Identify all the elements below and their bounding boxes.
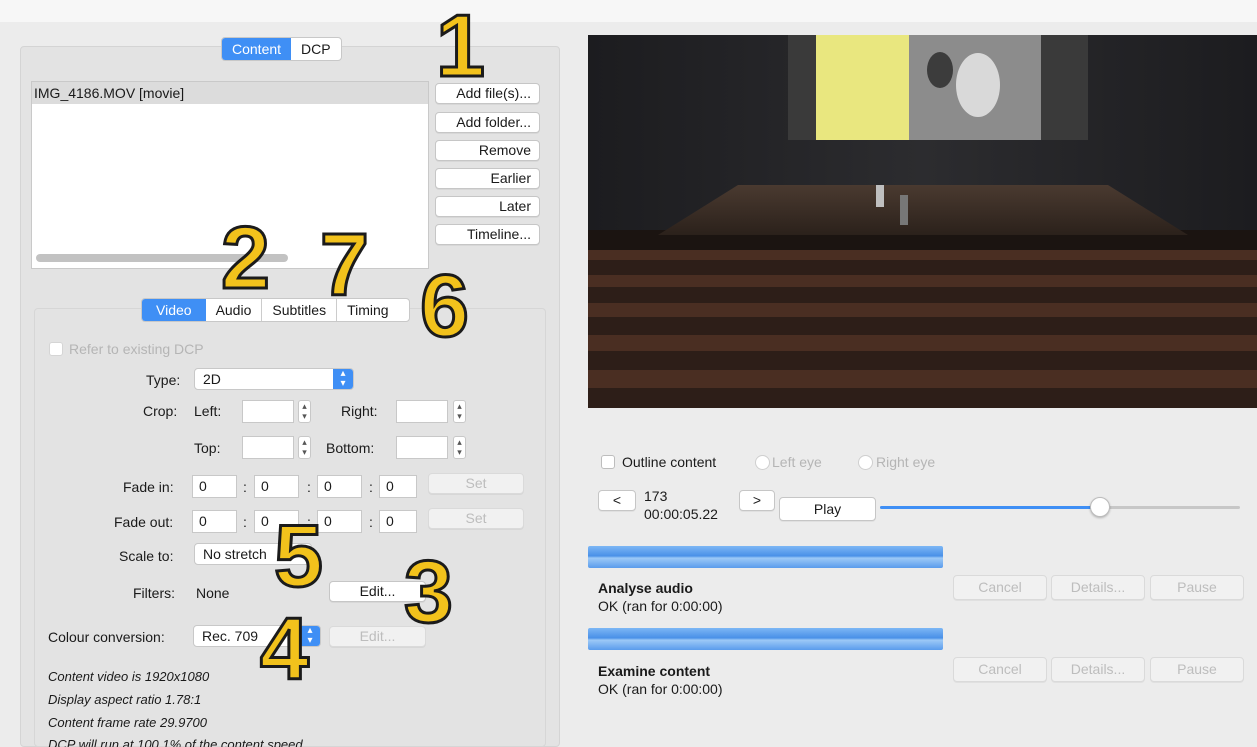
crop-top-stepper[interactable]: ▴ ▾ (298, 436, 311, 459)
colon: : (307, 479, 311, 495)
colour-conversion-value: Rec. 709 (202, 628, 259, 644)
fade-out-set-button[interactable]: Set (428, 508, 524, 529)
fade-out-seconds[interactable]: 0 (317, 510, 362, 533)
fade-in-minutes[interactable]: 0 (254, 475, 299, 498)
colour-conversion-label: Colour conversion: (48, 629, 165, 645)
window-top-strip (0, 0, 1257, 22)
dcp-o-matic-window: Content DCP IMG_4186.MOV [movie] Add fil… (0, 0, 1257, 747)
callout-7: 7 (319, 215, 371, 314)
refer-dcp-checkbox[interactable] (49, 342, 63, 356)
tab-content[interactable]: Content (222, 38, 292, 60)
crop-top-label: Top: (194, 440, 221, 456)
job-title: Analyse audio (598, 580, 693, 596)
outline-content-label: Outline content (622, 454, 717, 470)
crop-bottom-stepper[interactable]: ▴ ▾ (453, 436, 466, 459)
left-eye-radio[interactable] (755, 455, 770, 470)
later-button[interactable]: Later (435, 196, 540, 217)
left-eye-label: Left eye (772, 454, 822, 470)
frame-number: 173 (644, 488, 668, 504)
info-speed: DCP will run at 100.1% of the content sp… (48, 737, 307, 747)
outline-content-checkbox[interactable] (601, 455, 615, 469)
timeline-button[interactable]: Timeline... (435, 224, 540, 245)
play-button[interactable]: Play (779, 497, 876, 521)
timecode: 00:00:05.22 (644, 506, 718, 522)
filters-value: None (196, 585, 230, 601)
earlier-button[interactable]: Earlier (435, 168, 540, 189)
colon: : (243, 479, 247, 495)
fade-in-seconds[interactable]: 0 (317, 475, 362, 498)
timeline-slider[interactable] (880, 497, 1240, 517)
slider-fill (880, 506, 1100, 509)
fade-out-frames[interactable]: 0 (379, 510, 417, 533)
right-eye-radio[interactable] (858, 455, 873, 470)
right-eye-label: Right eye (876, 454, 936, 470)
list-item[interactable]: IMG_4186.MOV [movie] (32, 82, 428, 104)
info-aspect-ratio: Display aspect ratio 1.78:1 (48, 692, 202, 707)
fade-out-hours[interactable]: 0 (192, 510, 237, 533)
job-status: OK (ran for 0:00:00) (598, 598, 723, 614)
job-cancel-button[interactable]: Cancel (953, 657, 1047, 682)
info-frame-rate: Content frame rate 29.9700 (48, 715, 207, 730)
type-label: Type: (146, 372, 181, 388)
previous-frame-button[interactable]: < (598, 490, 636, 511)
job-details-button[interactable]: Details... (1051, 575, 1145, 600)
crop-right-field[interactable] (396, 400, 448, 423)
crop-top-field[interactable] (242, 436, 294, 459)
job-pause-button[interactable]: Pause (1150, 657, 1244, 682)
content-dcp-tabs: Content DCP (221, 37, 342, 61)
content-subtabs: Video Audio Subtitles Timing (141, 298, 411, 322)
crop-label: Crop: (143, 403, 178, 419)
crop-right-stepper[interactable]: ▴ ▾ (453, 400, 466, 423)
job-title: Examine content (598, 663, 711, 679)
colon: : (243, 514, 247, 530)
job-cancel-button[interactable]: Cancel (953, 575, 1047, 600)
video-preview (588, 35, 1257, 408)
tab-video[interactable]: Video (142, 299, 206, 321)
type-popup[interactable]: 2D ▴ ▾ (194, 368, 354, 390)
crop-left-stepper[interactable]: ▴ ▾ (298, 400, 311, 423)
fade-in-hours[interactable]: 0 (192, 475, 237, 498)
job-status: OK (ran for 0:00:00) (598, 681, 723, 697)
colon: : (369, 514, 373, 530)
filters-label: Filters: (133, 585, 175, 601)
crop-left-field[interactable] (242, 400, 294, 423)
fade-out-label: Fade out: (114, 514, 174, 530)
callout-1: 1 (435, 0, 487, 95)
type-value: 2D (203, 371, 221, 387)
callout-5: 5 (273, 506, 325, 605)
examine-content-progress (588, 628, 943, 650)
crop-bottom-field[interactable] (396, 436, 448, 459)
slider-knob[interactable] (1089, 497, 1110, 517)
fade-in-label: Fade in: (123, 479, 174, 495)
callout-3: 3 (403, 542, 455, 641)
refer-dcp-label: Refer to existing DCP (69, 341, 204, 357)
callout-4: 4 (259, 599, 311, 698)
job-details-button[interactable]: Details... (1051, 657, 1145, 682)
crop-left-label: Left: (194, 403, 222, 419)
info-resolution: Content video is 1920x1080 (48, 669, 210, 684)
cinema-frame-image (588, 35, 1257, 408)
fade-in-frames[interactable]: 0 (379, 475, 417, 498)
callout-6: 6 (419, 256, 471, 355)
crop-right-label: Right: (341, 403, 378, 419)
crop-bottom-label: Bottom: (326, 440, 375, 456)
fade-in-set-button[interactable]: Set (428, 473, 524, 494)
next-frame-button[interactable]: > (739, 490, 775, 511)
analyse-audio-progress (588, 546, 943, 568)
colon: : (369, 479, 373, 495)
tab-dcp[interactable]: DCP (291, 38, 341, 60)
job-pause-button[interactable]: Pause (1150, 575, 1244, 600)
chevron-up-down-icon: ▴ ▾ (333, 369, 353, 389)
remove-button[interactable]: Remove (435, 140, 540, 161)
callout-2: 2 (220, 208, 272, 307)
add-folder-button[interactable]: Add folder... (435, 112, 540, 133)
scale-value: No stretch (203, 546, 267, 562)
scale-label: Scale to: (119, 548, 174, 564)
